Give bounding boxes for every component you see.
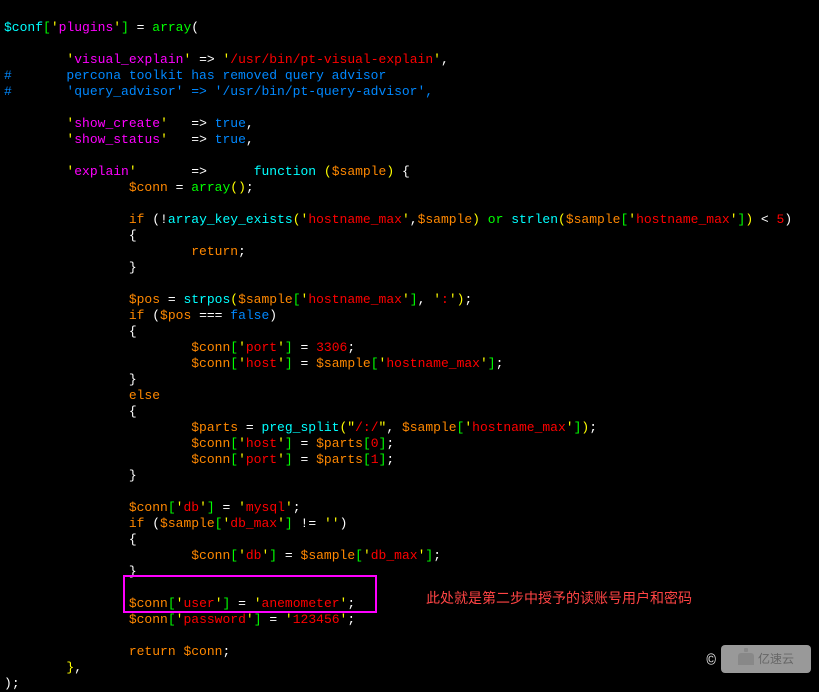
comment: # percona toolkit has removed query advi… [4,68,386,83]
annotation-text: 此处就是第二步中授予的读账号用户和密码 [426,590,692,606]
cloud-icon [738,653,754,665]
var: $conf [4,20,43,35]
watermark-badge: 亿速云 [721,645,811,673]
code-block: $conf['plugins'] = array( 'visual_explai… [0,4,819,692]
watermark-text: 亿速云 [758,651,794,667]
copyright-symbol: © [706,653,716,669]
comment: # 'query_advisor' => '/usr/bin/pt-query-… [4,84,433,99]
